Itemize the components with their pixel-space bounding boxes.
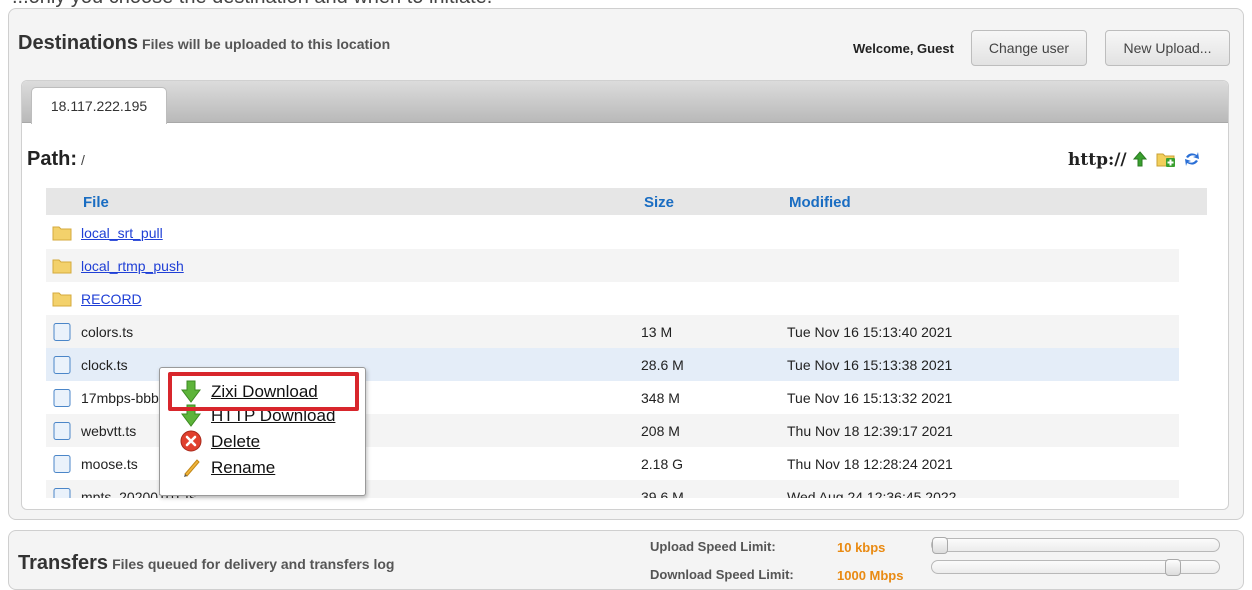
file-modified: Tue Nov 16 15:13:38 2021	[787, 357, 953, 373]
file-name[interactable]: local_rtmp_push	[81, 258, 184, 274]
file-modified: Tue Nov 16 15:13:32 2021	[787, 390, 953, 406]
column-modified[interactable]: Modified	[789, 194, 851, 211]
file-name[interactable]: webvtt.ts	[81, 423, 136, 439]
file-modified: Thu Nov 18 12:39:17 2021	[787, 423, 953, 439]
pencil-icon	[184, 459, 200, 477]
file-modified: Tue Nov 16 15:13:40 2021	[787, 324, 953, 340]
table-row[interactable]: local_srt_pull	[46, 216, 1179, 249]
file-modified: Thu Nov 18 12:28:24 2021	[787, 456, 953, 472]
file-size: 28.6 M	[641, 357, 684, 373]
transfers-subtitle: Files queued for delivery and transfers …	[112, 556, 395, 572]
file-modified: Wed Aug 24 12:36:45 2022	[787, 489, 957, 498]
folder-icon	[52, 259, 72, 274]
slider-handle[interactable]	[1165, 559, 1181, 576]
destinations-heading: Destinations Files will be uploaded to th…	[18, 32, 390, 55]
highlight-box	[168, 372, 359, 411]
folder-icon	[52, 226, 72, 241]
file-icon	[53, 389, 71, 407]
table-row[interactable]: local_rtmp_push	[46, 249, 1179, 282]
file-icon	[53, 422, 71, 440]
file-name[interactable]: RECORD	[81, 291, 142, 307]
file-icon	[53, 455, 71, 473]
destinations-title: Destinations	[18, 32, 139, 54]
path-value: /	[81, 152, 85, 168]
welcome-text: Welcome, Guest	[853, 41, 954, 56]
file-icon	[53, 323, 71, 341]
up-folder-icon[interactable]	[1130, 149, 1150, 169]
upload-limit-value: 10 kbps	[837, 540, 886, 555]
file-icon	[53, 488, 71, 498]
menu-item-rename[interactable]: Rename	[180, 456, 360, 480]
menu-item-label: Rename	[211, 458, 276, 477]
http-link[interactable]: http://	[1068, 150, 1127, 170]
download-limit-value: 1000 Mbps	[837, 568, 904, 583]
column-size[interactable]: Size	[644, 194, 674, 211]
column-file[interactable]: File	[83, 194, 109, 211]
change-user-button[interactable]: Change user	[971, 30, 1087, 66]
table-row[interactable]: RECORD	[46, 282, 1179, 315]
file-name[interactable]: colors.ts	[81, 324, 133, 340]
file-name[interactable]: local_srt_pull	[81, 225, 163, 241]
upload-limit-slider[interactable]	[931, 537, 1220, 554]
server-tabbar: 18.117.222.195	[22, 81, 1228, 124]
file-table-header: File Size Modified	[46, 188, 1207, 215]
download-limit-slider[interactable]	[931, 559, 1220, 576]
folder-icon	[52, 292, 72, 307]
slider-handle[interactable]	[932, 537, 948, 554]
file-size: 13 M	[641, 324, 673, 340]
tab-server[interactable]: 18.117.222.195	[31, 87, 167, 124]
clipped-page-text: ...only you choose the destination and w…	[0, 0, 1252, 8]
table-row[interactable]: colors.ts 13 M Tue Nov 16 15:13:40 2021	[46, 315, 1179, 348]
upload-limit-label: Upload Speed Limit:	[650, 539, 776, 554]
file-name[interactable]: moose.ts	[81, 456, 138, 472]
file-size: 348 M	[641, 390, 680, 406]
file-name[interactable]: clock.ts	[81, 357, 128, 373]
file-size: 208 M	[641, 423, 680, 439]
new-folder-icon[interactable]	[1156, 149, 1176, 169]
file-icon	[53, 356, 71, 374]
transfers-heading: Transfers Files queued for delivery and t…	[18, 552, 394, 575]
menu-item-delete[interactable]: Delete	[180, 430, 360, 454]
file-size: 2.18 G	[641, 456, 684, 472]
file-size: 39.6 M	[641, 489, 684, 498]
new-upload-button[interactable]: New Upload...	[1105, 30, 1230, 66]
destinations-subtitle: Files will be uploaded to this location	[142, 36, 391, 52]
red-x-icon	[180, 430, 202, 452]
refresh-icon[interactable]	[1182, 149, 1202, 169]
path-label: Path:	[27, 148, 77, 170]
menu-item-label: Delete	[211, 432, 261, 451]
path-display: Path: /	[27, 148, 85, 171]
transfers-title: Transfers	[18, 552, 109, 574]
